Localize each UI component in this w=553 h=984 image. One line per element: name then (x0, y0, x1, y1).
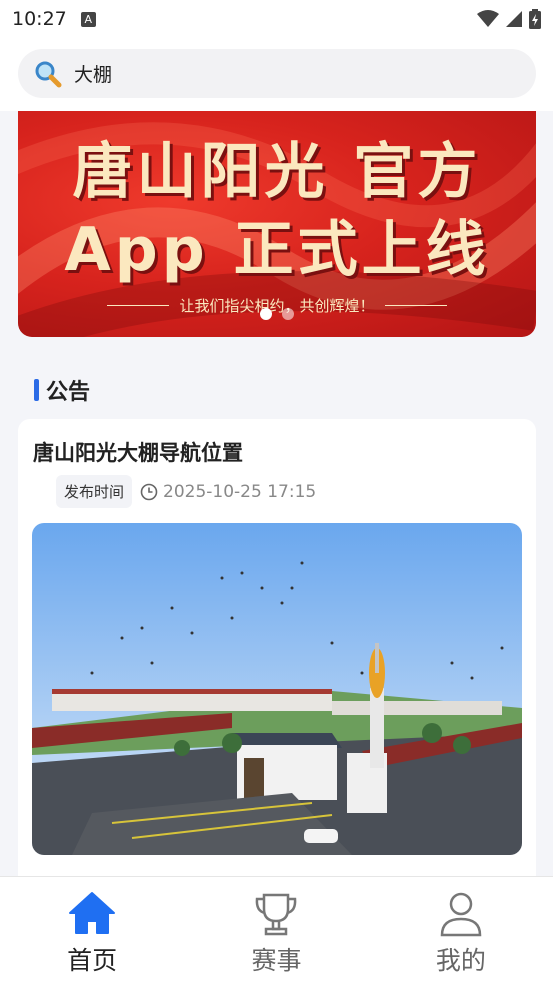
tab-home-label: 首页 (67, 946, 118, 975)
announcement-image[interactable] (32, 523, 522, 855)
section-accent-bar (34, 379, 39, 401)
banner-headline-2: App 正式上线 (64, 215, 490, 285)
publish-time: 2025-10-25 17:15 (163, 481, 317, 502)
status-right (477, 9, 541, 29)
promo-banner[interactable]: 唐山阳光 官方 App 正式上线 让我们指尖相约，共创辉煌！ (18, 111, 536, 337)
tab-events-label: 赛事 (251, 946, 302, 975)
greenhouse-aerial-illustration (32, 523, 522, 855)
status-bar: 10:27 A (0, 0, 553, 38)
banner-headline-1: 唐山阳光 官方 (72, 137, 482, 207)
section-title: 公告 (46, 380, 91, 405)
bottom-tab-bar: 首页 赛事 我的 (0, 876, 553, 984)
status-time: 10:27 (12, 8, 67, 30)
home-icon (69, 892, 116, 934)
announcement-title: 唐山阳光大棚导航位置 (33, 441, 243, 465)
search-bar-area: 大棚 (0, 38, 553, 111)
carousel-dot[interactable] (282, 308, 294, 320)
slogan-rule-right (384, 305, 447, 306)
tab-profile[interactable]: 我的 (369, 877, 553, 984)
battery-icon (529, 9, 541, 29)
search-value: 大棚 (74, 64, 113, 86)
signal-icon (506, 11, 522, 27)
carousel-indicator (18, 308, 536, 320)
search-icon (35, 61, 62, 87)
announcement-meta: 发布时间 2025-10-25 17:15 (56, 475, 316, 508)
slogan-rule-left (107, 305, 170, 306)
user-icon (440, 892, 482, 937)
clock-icon (140, 483, 158, 500)
tab-events[interactable]: 赛事 (184, 877, 368, 984)
section-header: 公告 (34, 374, 90, 406)
notification-icon: A (80, 11, 96, 27)
publish-time-badge: 发布时间 (56, 475, 133, 508)
tab-profile-label: 我的 (435, 946, 486, 975)
trophy-icon (256, 893, 297, 936)
carousel-dot-active[interactable] (260, 308, 272, 320)
search-input[interactable]: 大棚 (18, 49, 536, 98)
wifi-icon (477, 10, 499, 27)
tab-home[interactable]: 首页 (0, 877, 184, 984)
announcement-card[interactable]: 唐山阳光大棚导航位置 发布时间 2025-10-25 17:15 (18, 419, 536, 889)
